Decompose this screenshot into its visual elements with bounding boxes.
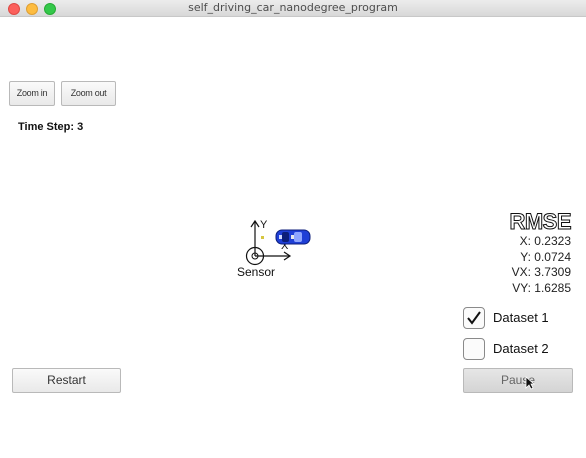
rmse-value: 0.0724 <box>534 249 571 264</box>
time-step: Time Step: 3 <box>18 121 83 133</box>
window-title: self_driving_car_nanodegree_program <box>188 1 398 14</box>
restart-button[interactable]: Restart <box>12 368 121 393</box>
dataset-1-label[interactable]: Dataset 1 <box>493 310 549 325</box>
app-window: self_driving_car_nanodegree_program Zoom… <box>0 0 586 458</box>
rmse-label: Y: <box>520 249 531 264</box>
rmse-label: VY: <box>512 280 531 295</box>
title-bar[interactable]: self_driving_car_nanodegree_program <box>0 0 586 17</box>
zoom-in-button[interactable]: Zoom in <box>9 81 55 106</box>
rmse-value: 3.7309 <box>534 265 571 279</box>
rmse-row-vy: VY: 1.6285 <box>509 281 571 297</box>
time-step-value: 3 <box>77 121 84 133</box>
rmse-row-y: Y: 0.0724 <box>509 250 571 266</box>
dataset-1-option[interactable]: Dataset 1 <box>463 307 573 331</box>
time-step-label: Time Step: <box>18 121 75 133</box>
rmse-value: 1.6285 <box>534 280 571 295</box>
rmse-value: 0.2323 <box>534 234 571 248</box>
axis-y-label: Y <box>260 219 268 231</box>
dataset-2-checkbox[interactable] <box>463 338 485 360</box>
zoom-out-button[interactable]: Zoom out <box>61 81 116 106</box>
rmse-label: X: <box>519 234 531 248</box>
rmse-label: VX: <box>511 265 531 279</box>
rmse-row-vx: VX: 3.7309 <box>509 265 571 281</box>
dataset-1-checkbox[interactable] <box>463 307 485 329</box>
rmse-title: RMSE <box>509 209 572 234</box>
rmse-panel: RMSE X: 0.2323 Y: 0.0724 VX: 3.7309 VY: … <box>509 209 572 297</box>
dataset-2-option[interactable]: Dataset 2 <box>463 338 573 362</box>
checkmark-icon <box>467 311 481 325</box>
sensor-label: Sensor <box>237 265 276 279</box>
mouse-cursor-icon <box>525 376 535 390</box>
pause-button[interactable]: Pause <box>463 368 573 393</box>
dataset-2-label[interactable]: Dataset 2 <box>493 341 549 356</box>
car-icon <box>275 229 311 245</box>
rmse-row-x: X: 0.2323 <box>509 234 571 250</box>
